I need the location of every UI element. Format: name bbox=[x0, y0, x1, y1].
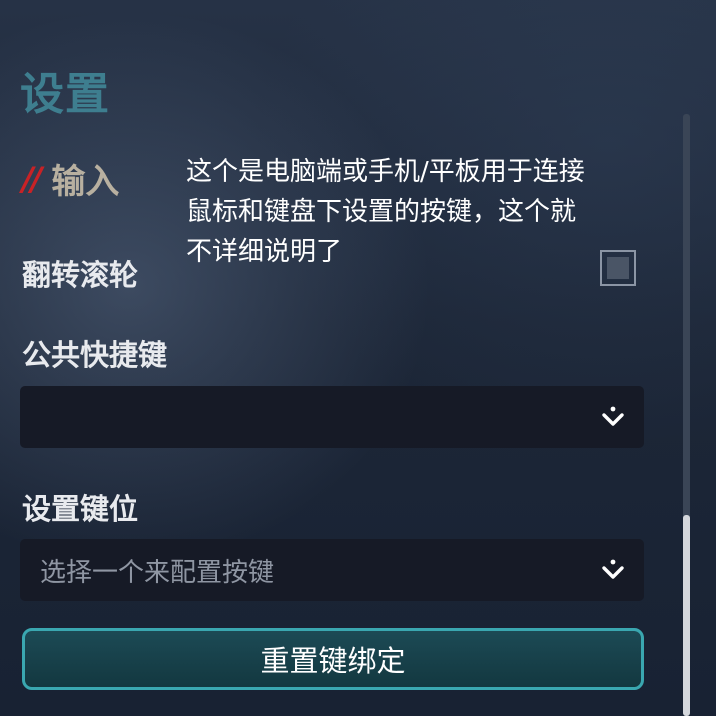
keymap-placeholder: 选择一个来配置按键 bbox=[40, 557, 275, 588]
public-hotkeys-label: 公共快捷键 bbox=[22, 338, 168, 372]
reset-keybindings-button[interactable]: 重置键绑定 bbox=[22, 628, 644, 690]
annotation-line-2: 鼠标和键盘下设置的按键，这个就 bbox=[186, 197, 577, 227]
checkbox-icon bbox=[607, 257, 629, 279]
annotation-line-3: 不详细说明了 bbox=[186, 237, 343, 267]
flip-wheel-checkbox[interactable] bbox=[600, 250, 636, 286]
scrollbar-track[interactable] bbox=[683, 114, 690, 716]
keymap-label: 设置键位 bbox=[22, 492, 139, 526]
annotation-line-1: 这个是电脑端或手机/平板用于连接 bbox=[186, 157, 585, 187]
keymap-dropdown[interactable]: 选择一个来配置按键 bbox=[20, 539, 644, 601]
section-label: 输入 bbox=[51, 162, 120, 202]
page-title: 设置 bbox=[20, 69, 110, 120]
public-hotkeys-dropdown[interactable] bbox=[20, 386, 644, 448]
chevron-down-icon bbox=[602, 406, 624, 426]
scrollbar-thumb[interactable] bbox=[683, 515, 690, 716]
section-slashes: // bbox=[22, 159, 42, 198]
flip-wheel-label: 翻转滚轮 bbox=[22, 258, 139, 292]
annotation-text: 这个是电脑端或手机/平板用于连接 鼠标和键盘下设置的按键，这个就 不详细说明了 bbox=[186, 152, 656, 272]
chevron-down-icon bbox=[602, 559, 624, 579]
section-header-input: // 输入 bbox=[22, 154, 119, 203]
